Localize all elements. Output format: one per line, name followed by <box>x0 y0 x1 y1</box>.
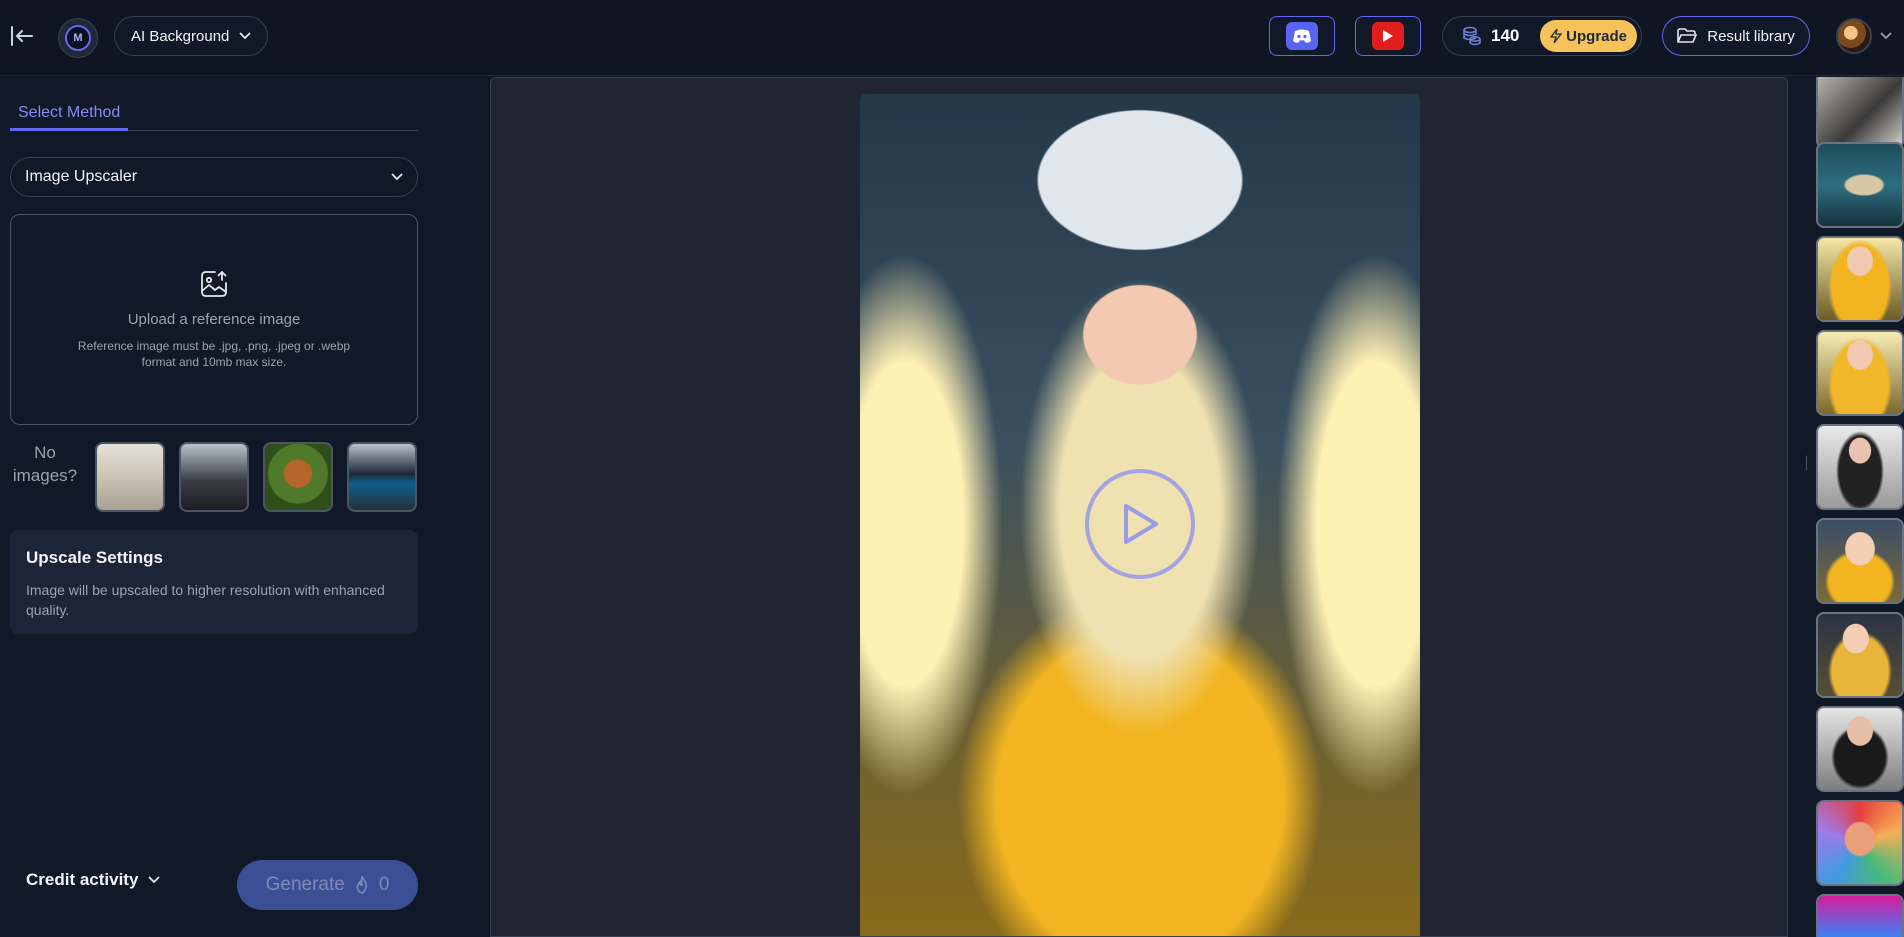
preview-canvas <box>490 77 1788 937</box>
method-dropdown-value: Image Upscaler <box>25 168 138 185</box>
credit-activity-label: Credit activity <box>26 870 139 889</box>
generate-cost: 0 <box>378 874 390 895</box>
discord-button[interactable] <box>1269 16 1335 56</box>
chevron-down-icon <box>391 173 403 181</box>
credits-count: 140 <box>1491 26 1520 45</box>
user-menu[interactable] <box>1836 16 1892 56</box>
top-bar: M AI Background 140 Upgrade Result libra… <box>0 0 1904 76</box>
upload-hint: Reference image must be .jpg, .png, .jpe… <box>77 339 351 369</box>
credits-display: 140 Upgrade <box>1442 16 1642 56</box>
upscale-settings-card: Upscale Settings Image will be upscaled … <box>10 530 418 634</box>
collapse-sidebar-icon[interactable] <box>8 22 36 50</box>
credit-activity-toggle[interactable]: Credit activity <box>26 870 161 890</box>
history-thumbnail[interactable] <box>1816 330 1904 416</box>
history-strip <box>1807 77 1904 937</box>
image-upload-icon <box>201 271 227 297</box>
left-panel: Select Method Image Upscaler Upload a re… <box>0 77 430 937</box>
upgrade-label: Upgrade <box>1566 27 1627 45</box>
flame-icon <box>356 876 367 894</box>
app-logo[interactable]: M <box>58 18 98 58</box>
mode-dropdown-label: AI Background <box>131 27 230 45</box>
generated-image-preview[interactable] <box>860 94 1420 936</box>
history-thumbnail[interactable] <box>1816 706 1904 792</box>
discord-icon <box>1286 22 1318 50</box>
sample-image-family[interactable] <box>95 442 165 512</box>
upload-dropzone[interactable]: Upload a reference image Reference image… <box>10 214 418 425</box>
coins-icon <box>1463 26 1481 46</box>
sample-image-business[interactable] <box>179 442 249 512</box>
chevron-down-icon <box>1880 32 1892 40</box>
settings-title: Upscale Settings <box>26 548 163 567</box>
history-thumbnail[interactable] <box>1816 142 1904 228</box>
play-icon[interactable] <box>1085 469 1195 579</box>
folder-icon <box>1677 28 1698 43</box>
result-library-label: Result library <box>1707 27 1795 45</box>
avatar <box>1836 18 1872 54</box>
settings-description: Image will be upscaled to higher resolut… <box>26 582 385 618</box>
result-library-button[interactable]: Result library <box>1662 16 1810 56</box>
logo-icon: M <box>65 25 91 51</box>
no-images-label: No images? <box>12 443 78 485</box>
upgrade-button[interactable]: Upgrade <box>1540 20 1637 52</box>
history-thumbnail[interactable] <box>1816 518 1904 604</box>
bolt-icon <box>1550 29 1563 43</box>
youtube-icon <box>1372 22 1404 50</box>
sample-image-squirrel[interactable] <box>263 442 333 512</box>
method-dropdown[interactable]: Image Upscaler <box>10 157 418 197</box>
history-thumbnail[interactable] <box>1816 612 1904 698</box>
history-thumbnail[interactable] <box>1816 800 1904 886</box>
history-thumbnail[interactable] <box>1816 894 1904 937</box>
youtube-button[interactable] <box>1355 16 1421 56</box>
sample-image-car[interactable] <box>347 442 417 512</box>
method-tabs: Select Method <box>10 97 418 131</box>
history-thumbnail[interactable] <box>1816 424 1904 510</box>
tab-select-method[interactable]: Select Method <box>10 97 129 131</box>
upload-title: Upload a reference image <box>127 311 301 328</box>
history-thumbnail[interactable] <box>1816 236 1904 322</box>
mode-dropdown[interactable]: AI Background <box>114 16 269 56</box>
generate-label: Generate <box>265 874 345 895</box>
chevron-down-icon <box>239 32 252 40</box>
history-thumbnail[interactable] <box>1816 77 1904 149</box>
chevron-down-icon <box>148 876 161 884</box>
generate-button[interactable]: Generate 0 <box>237 860 418 910</box>
